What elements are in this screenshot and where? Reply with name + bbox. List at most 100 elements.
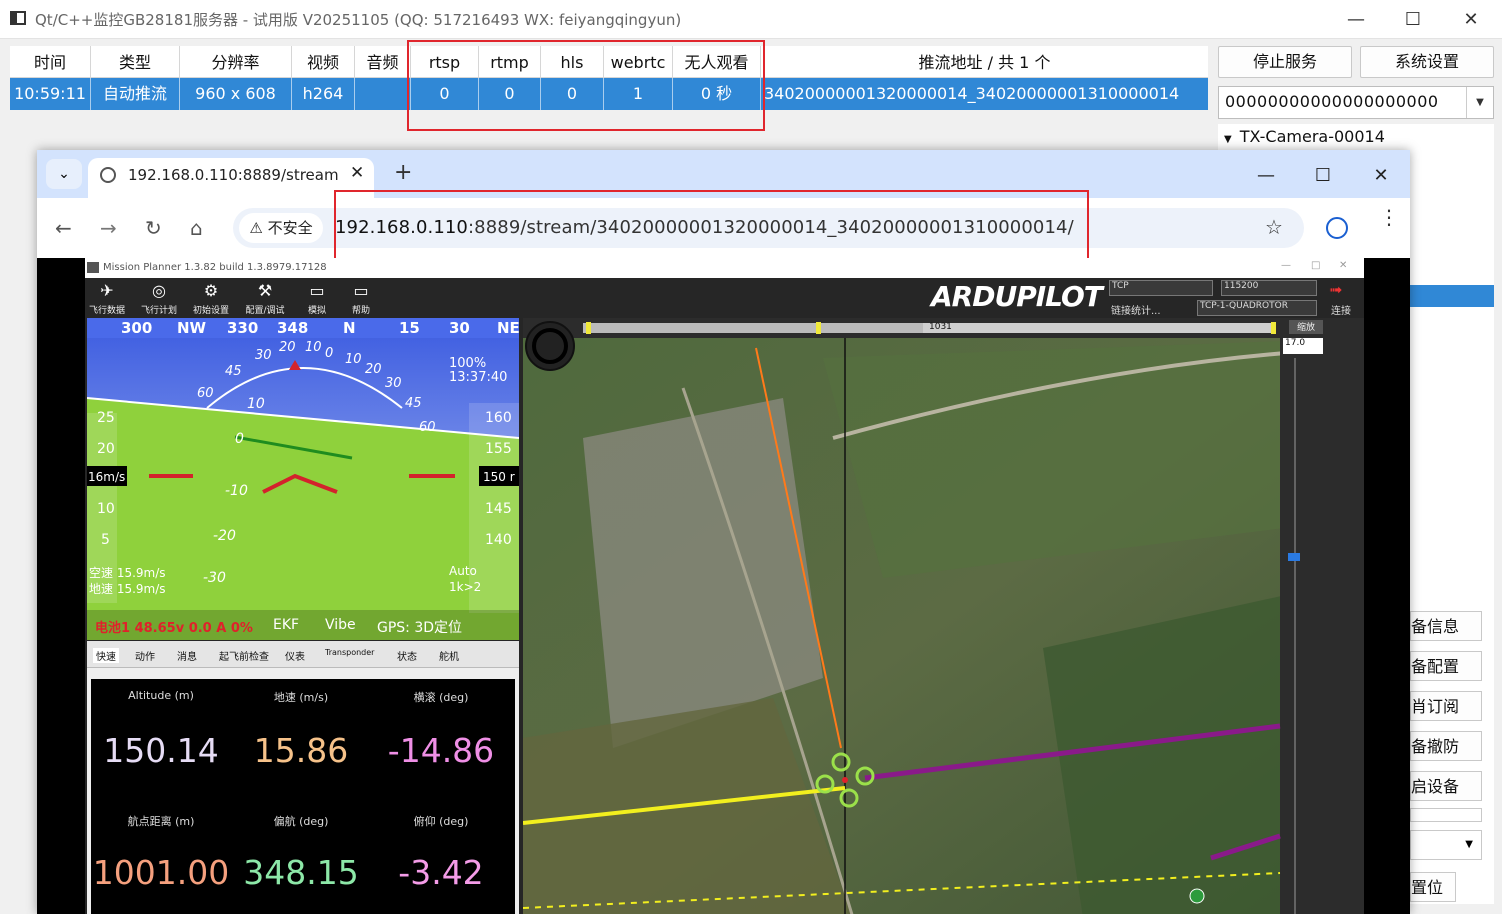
table-cell[interactable] [355, 78, 411, 110]
quick-label: 地速 (m/s) [273, 691, 329, 704]
tab-title: 192.168.0.110:8889/stream/3 [128, 166, 338, 184]
connect-label: 连接 [1331, 306, 1351, 317]
monitor-icon: ▭ [309, 281, 325, 300]
close-icon[interactable]: ✕ [1442, 0, 1500, 38]
maximize-icon[interactable]: ☐ [1294, 158, 1352, 192]
map-scale-value: 1031 [929, 322, 952, 332]
browser-window: ⌄ 192.168.0.110:8889/stream/3 ✕ + — ☐ ✕ … [37, 150, 1410, 914]
maximize-icon: □ [1311, 260, 1321, 271]
quick-value: 348.15 [243, 853, 359, 892]
tab-actions: 动作 [135, 652, 155, 663]
minimize-icon[interactable]: — [1237, 158, 1295, 192]
zoom-input: 17.0 [1283, 338, 1323, 354]
alt-tick: 145 [485, 501, 512, 517]
tree-item[interactable]: ▼ TX-Camera-00014 [1224, 127, 1385, 146]
tab-gauges: 仪表 [285, 652, 305, 663]
reload-icon[interactable]: ↻ [145, 216, 162, 240]
table-cell[interactable]: 自动推流 [91, 78, 180, 110]
roll-label: 10 [305, 340, 322, 355]
flight-mode: Auto [449, 564, 477, 578]
col-time[interactable]: 时间 [10, 46, 91, 78]
gear-icon: ⚙ [203, 281, 219, 300]
roll-label: 20 [279, 340, 296, 355]
globe-icon [100, 167, 116, 183]
altitude-box: 150 r [483, 470, 515, 484]
pitch-tick: -20 [213, 528, 236, 544]
menu-help: ▭ 帮助 [341, 281, 381, 316]
device-info-button[interactable]: 备信息 [1410, 611, 1482, 641]
port-select: TCP [1109, 280, 1213, 296]
baud-select: 115200 [1221, 280, 1317, 296]
highlight-box [334, 190, 1089, 264]
profile-icon[interactable] [1326, 217, 1348, 239]
tab-status: 状态 [397, 652, 417, 663]
pitch-tick: 0 [235, 431, 244, 447]
tab-transponder: Transponder [325, 648, 375, 657]
tree-expand-icon[interactable]: ▼ [1224, 134, 1232, 145]
connect-icon: ➟ [1329, 280, 1343, 299]
gps-status: GPS: 3D定位 [377, 620, 463, 636]
stop-service-button[interactable]: 停止服务 [1218, 46, 1352, 78]
reset-button[interactable]: 置位 [1410, 872, 1456, 902]
tab-search-icon[interactable]: ⌄ [46, 159, 82, 189]
unsubscribe-button[interactable]: 肖订阅 [1410, 691, 1482, 721]
tree-selected-row[interactable] [1410, 285, 1494, 307]
device-config-button[interactable]: 备配置 [1410, 651, 1482, 681]
window-title: Qt/C++监控GB28181服务器 - 试用版 V20251105 (QQ: … [35, 11, 682, 29]
disarm-button[interactable]: 备撤防 [1410, 731, 1482, 761]
quick-value: -14.86 [387, 731, 495, 770]
close-icon[interactable]: ✕ [1352, 158, 1410, 192]
progress-field [1410, 808, 1482, 822]
preset-select[interactable]: ▼ [1410, 830, 1482, 860]
quick-grid: Altitude (m) 150.14 地速 (m/s) 15.86 横滚 (d… [91, 679, 515, 914]
table-cell[interactable]: 10:59:11 [10, 78, 91, 110]
menu-icon[interactable]: ⋮ [1379, 207, 1399, 227]
quick-label: 横滚 (deg) [413, 691, 469, 704]
speed-tick: 5 [101, 532, 110, 548]
col-type[interactable]: 类型 [91, 46, 180, 78]
col-audio[interactable]: 音频 [355, 46, 411, 78]
restart-device-button[interactable]: 启设备 [1410, 771, 1482, 801]
quick-label: 偏航 (deg) [273, 815, 329, 828]
col-video[interactable]: 视频 [292, 46, 355, 78]
alt-tick: 155 [485, 441, 512, 457]
new-tab-button[interactable]: + [394, 160, 412, 185]
hud: 300 NW 330 348 N 15 30 NE 100% 13:37:40 16m/s 1… [86, 318, 520, 640]
minimize-icon: — [1281, 260, 1291, 271]
roll-label: 45 [225, 364, 242, 379]
back-icon[interactable]: ← [55, 216, 72, 240]
menu-config: ⚒ 配置/调试 [245, 281, 285, 316]
system-settings-button[interactable]: 系统设置 [1360, 46, 1494, 78]
window-titlebar: Qt/C++监控GB28181服务器 - 试用版 V20251105 (QQ: … [0, 0, 1502, 39]
groundspeed: 地速 15.9m/s [89, 582, 166, 596]
video-player[interactable]: Mission Planner 1.3.82 build 1.3.8979.17… [37, 258, 1410, 914]
col-push-url[interactable]: 推流地址 / 共 1 个 [761, 46, 1208, 78]
roll-scale: 60 45 30 20 10 0 10 20 30 45 60 [87, 318, 519, 435]
zoom-label: 缩放 [1289, 320, 1323, 334]
quick-value: 1001.00 [92, 853, 230, 892]
col-resolution[interactable]: 分辨率 [180, 46, 292, 78]
table-cell[interactable]: 960 x 608 [180, 78, 292, 110]
minimize-icon[interactable]: — [1327, 0, 1385, 38]
ardupilot-logo: ARDUPILOT [931, 280, 1103, 313]
app-icon [10, 11, 26, 25]
table-cell[interactable]: 34020000001320000014_3402000000131000001… [761, 78, 1208, 110]
browser-tab[interactable]: 192.168.0.110:8889/stream/3 ✕ [88, 158, 374, 198]
mp-title: Mission Planner 1.3.82 build 1.3.8979.17… [103, 262, 327, 273]
tab-close-icon[interactable]: ✕ [350, 163, 364, 183]
waypoint-info: 1k>2 [449, 580, 482, 594]
highlight-box [407, 40, 765, 131]
home-icon[interactable]: ⌂ [190, 216, 203, 240]
data-panel: 快速 动作 消息 起飞前检查 仪表 Transponder 状态 舵机 Alti… [87, 641, 519, 914]
mission-planner-frame: Mission Planner 1.3.82 build 1.3.8979.17… [85, 258, 1364, 914]
chevron-down-icon[interactable]: ▼ [1466, 87, 1493, 118]
speed-tick: 20 [97, 441, 115, 457]
security-chip[interactable]: ⚠ 不安全 [239, 213, 323, 243]
bookmark-star-icon[interactable]: ☆ [1265, 215, 1283, 239]
data-tabs: 快速 动作 消息 起飞前检查 仪表 Transponder 状态 舵机 [87, 641, 519, 668]
forward-icon[interactable]: → [100, 216, 117, 240]
maximize-icon[interactable]: ☐ [1384, 0, 1442, 38]
device-select[interactable]: 00000000000000000000 ▼ [1218, 86, 1494, 119]
quick-label: Altitude (m) [128, 689, 194, 702]
table-cell[interactable]: h264 [292, 78, 355, 110]
